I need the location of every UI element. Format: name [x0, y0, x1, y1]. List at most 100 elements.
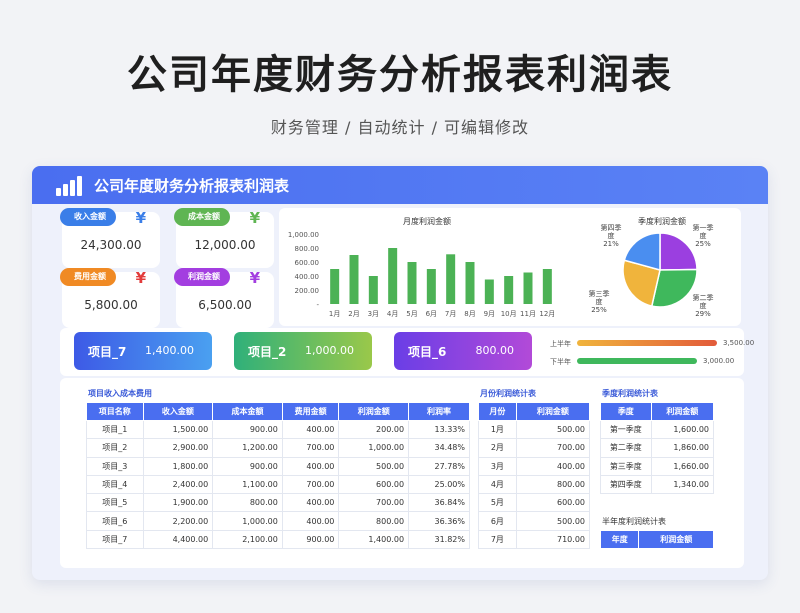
pie-slice-label: 度: [608, 231, 615, 240]
yen-icon: ¥: [249, 269, 260, 287]
monthly_table-cell: 6月: [478, 511, 517, 531]
bar: [426, 269, 436, 304]
monthly_table-cell: 5月: [478, 493, 517, 513]
kpi-profit-value: 6,500.00: [198, 298, 252, 312]
bar: [446, 254, 456, 304]
project_table-header-cell: 利润率: [408, 402, 470, 421]
table-row: 项目_3 1,800.00 900.00 400.00 500.00 27.78%: [86, 456, 470, 476]
monthly_table-cell: 500.00: [515, 511, 591, 531]
x-tick-label: 3月: [368, 310, 379, 318]
project_table-cell: 1,200.00: [212, 438, 283, 458]
project_table-cell: 400.00: [281, 456, 340, 476]
project_table-cell: 1,400.00: [338, 529, 410, 550]
monthly_table-cell: 600.00: [515, 493, 591, 513]
banner-value: 800.00: [475, 344, 515, 357]
yen-icon: ¥: [135, 209, 146, 227]
yen-icon: ¥: [135, 269, 146, 287]
monthly-table-caption: 月份利润统计表: [480, 389, 536, 398]
banner-value: 1,400.00: [145, 344, 194, 357]
table-row: 项目_1 1,500.00 900.00 400.00 200.00 13.33%: [86, 419, 470, 440]
yen-icon: ¥: [249, 209, 260, 227]
project_table-cell: 36.84%: [408, 493, 470, 513]
monthly_table-header-cell: 利润金额: [515, 402, 591, 421]
x-tick-label: 7月: [445, 310, 456, 318]
monthly_table-cell: 7月: [478, 529, 517, 550]
project_table-cell: 600.00: [338, 474, 410, 495]
pie-slice-label: 第一季: [693, 223, 714, 232]
bar: [504, 276, 514, 304]
y-tick-label: 200.00: [295, 287, 320, 295]
kpi-cost-label: 成本金额: [174, 208, 230, 226]
project_table-cell: 2,100.00: [212, 529, 283, 550]
quarter_table-cell: 1,600.00: [650, 419, 715, 440]
project_table-cell: 700.00: [281, 474, 340, 495]
project-table-caption: 项目收入成本费用: [88, 389, 152, 398]
y-tick-label: 1,000.00: [288, 231, 319, 239]
project_table-cell: 项目_5: [86, 493, 144, 513]
kpi-income: 收入金额 ¥ 24,300.00: [60, 208, 160, 268]
project_table-cell: 项目_2: [86, 438, 144, 458]
pie-slice-label: 度: [700, 231, 707, 240]
table-row: 项目_5 1,900.00 800.00 400.00 700.00 36.84%: [86, 493, 470, 513]
banner-name: 项目_2: [248, 345, 287, 359]
bar: [330, 269, 340, 304]
card-title: 公司年度财务分析报表利润表: [94, 177, 290, 195]
quarter-table-caption: 季度利润统计表: [602, 389, 658, 398]
monthly-chart-title: 月度利润金额: [403, 216, 451, 226]
project_table-cell: 1,100.00: [212, 474, 283, 495]
project_table-header-cell: 收入金额: [142, 402, 214, 421]
chart-panel: 月度利润金额 1,000.00 800.00 600.00 400.00 200.00 -…: [279, 208, 741, 326]
monthly_table-cell: 500.00: [515, 419, 591, 440]
banner-panel: 项目_7 1,400.00 项目_2 1,000.00 项目_6 800.00 …: [60, 328, 754, 376]
table-row: 2月 700.00: [478, 438, 591, 458]
half-table: 年度 利润金额: [599, 530, 714, 549]
hbar-value-h2: 3,000.00: [703, 357, 735, 365]
bar: [542, 269, 552, 304]
kpi-expense-value: 5,800.00: [84, 298, 138, 312]
table-row: 7月 710.00: [478, 529, 591, 550]
project_table-cell: 700.00: [281, 438, 340, 458]
project_table-cell: 400.00: [281, 419, 340, 440]
page-subtitle: 财务管理 / 自动统计 / 可编辑修改: [270, 118, 530, 137]
hbar-label-h1: 上半年: [550, 340, 571, 348]
project_table-cell: 13.33%: [408, 419, 470, 440]
monthly_table-header-cell: 月份: [478, 402, 517, 421]
monthly_table-cell: 4月: [478, 474, 517, 495]
project_table-cell: 2,900.00: [142, 438, 214, 458]
quarter_table-header-cell: 季度: [600, 402, 652, 421]
pie-slice-label: 度: [700, 301, 707, 310]
x-tick-label: 11月: [520, 310, 536, 318]
monthly_table-cell: 1月: [478, 419, 517, 440]
monthly_table-cell: 800.00: [515, 474, 591, 495]
half-table-caption: 半年度利润统计表: [602, 517, 666, 526]
kpi-expense: 费用金额 ¥ 5,800.00: [60, 268, 160, 328]
project_table-cell: 项目_1: [86, 419, 144, 440]
project_table-cell: 4,400.00: [142, 529, 214, 550]
monthly_table-cell: 710.00: [515, 529, 591, 550]
table-row: 6月 500.00: [478, 511, 591, 531]
project_table-cell: 500.00: [338, 456, 410, 476]
project_table-cell: 2,200.00: [142, 511, 214, 531]
x-tick-label: 10月: [501, 310, 517, 318]
pie-slice-label: 29%: [695, 310, 711, 318]
table-row: 项目_6 2,200.00 1,000.00 400.00 800.00 36.36%: [86, 511, 470, 531]
x-tick-label: 9月: [484, 310, 495, 318]
project_table-cell: 1,000.00: [338, 438, 410, 458]
table-row: 第三季度 1,660.00: [600, 456, 715, 476]
project_table-cell: 31.82%: [408, 529, 470, 550]
kpi-profit-label: 利润金额: [174, 268, 230, 286]
x-tick-label: 2月: [348, 310, 359, 318]
kpi-profit: 利润金额 ¥ 6,500.00: [174, 268, 274, 328]
bar: [407, 262, 417, 304]
project_table-cell: 900.00: [281, 529, 340, 550]
project_table-cell: 1,900.00: [142, 493, 214, 513]
banner-value: 1,000.00: [305, 344, 354, 357]
project_table-cell: 1,800.00: [142, 456, 214, 476]
x-tick-label: 4月: [387, 310, 398, 318]
quarter_table-header-cell: 利润金额: [650, 402, 715, 421]
quarter_table-cell: 1,660.00: [650, 456, 715, 476]
card-header: 公司年度财务分析报表利润表: [32, 166, 768, 204]
y-tick-label: 400.00: [295, 273, 320, 281]
table-row: 第二季度 1,860.00: [600, 438, 715, 458]
kpi-income-label: 收入金额: [60, 208, 116, 226]
